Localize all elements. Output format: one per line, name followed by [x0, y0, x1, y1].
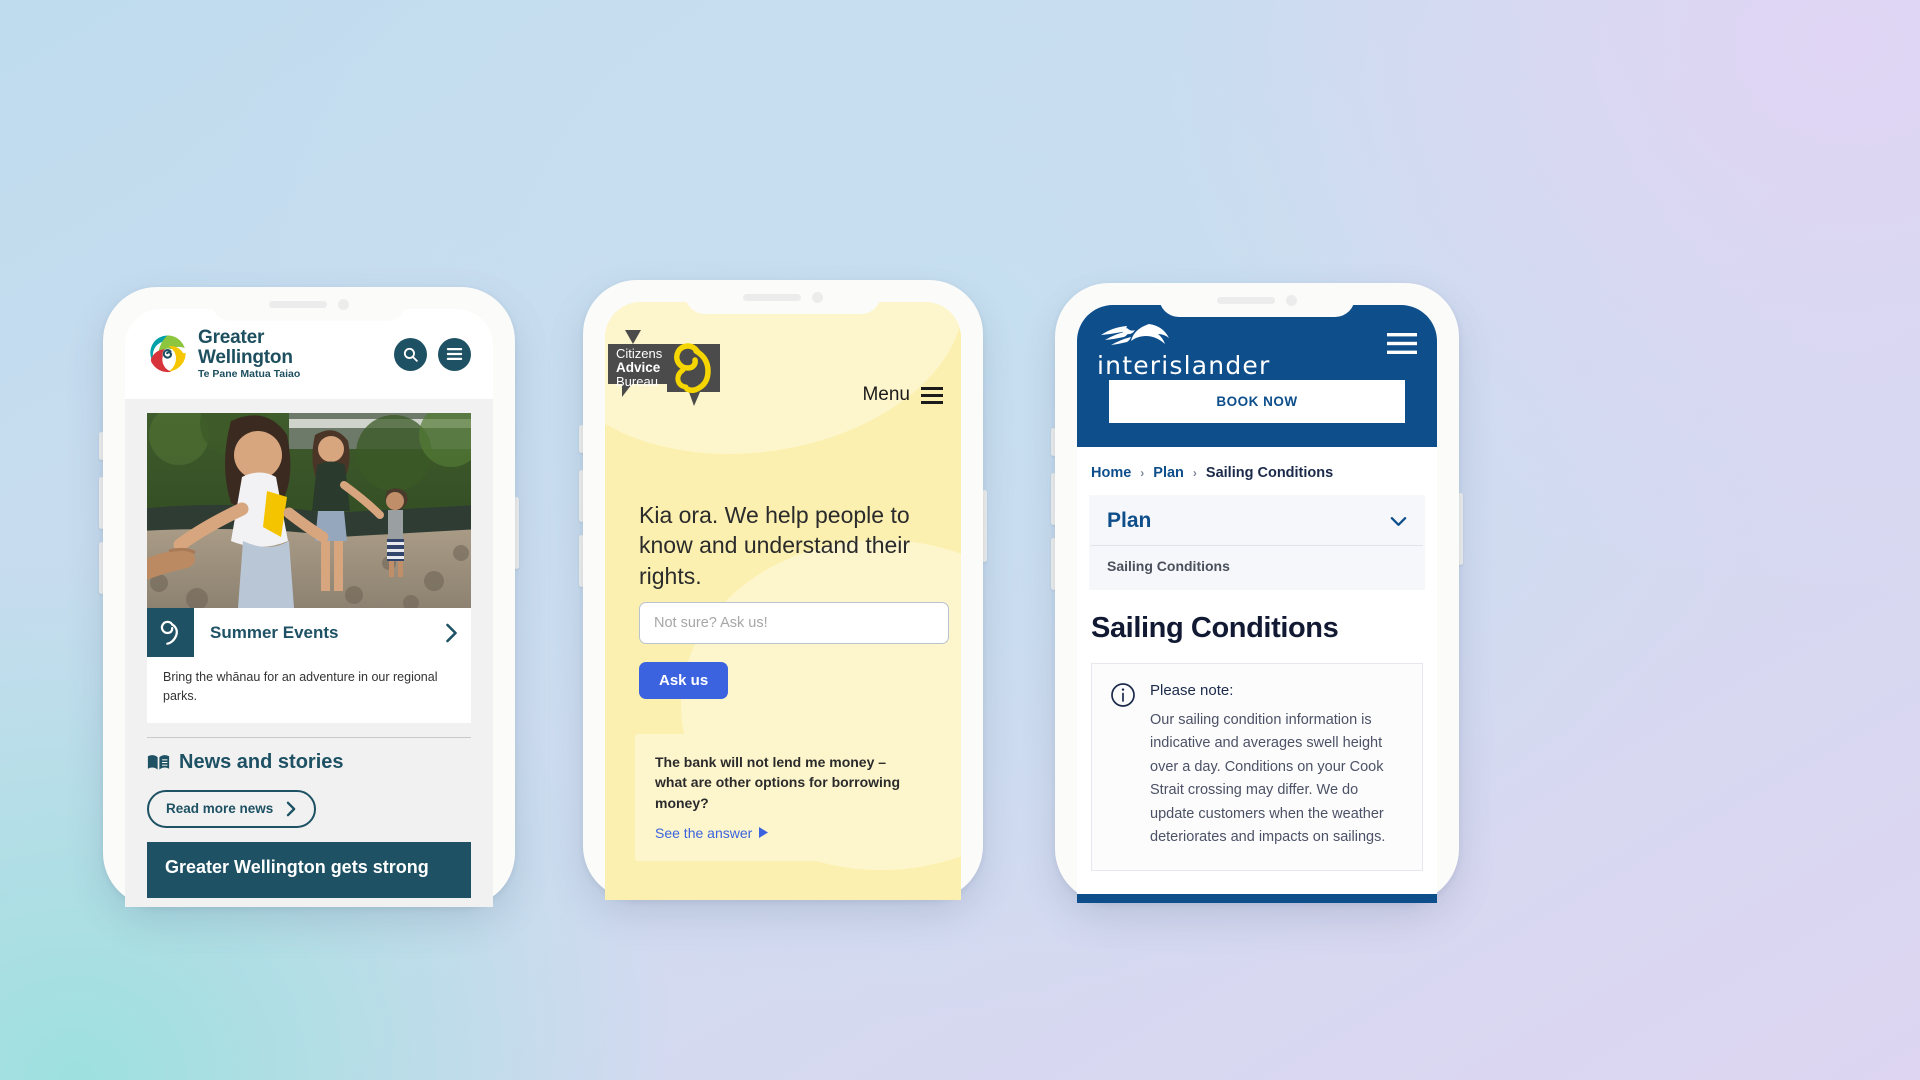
phone-mockup-greater-wellington: Greater Wellington Te Pane Matua Taiao S… — [99, 287, 519, 907]
see-answer-link[interactable]: See the answer — [655, 825, 919, 841]
section-nav-accordion: Plan Sailing Conditions — [1089, 495, 1425, 590]
book-icon — [147, 754, 170, 770]
brand-line-1: Greater — [198, 327, 265, 349]
logo-greater-wellington[interactable]: Greater Wellington Te Pane Matua Taiao — [147, 328, 300, 379]
book-now-button[interactable]: BOOK NOW — [1109, 380, 1405, 423]
svg-text:Citizens: Citizens — [616, 346, 663, 361]
news-section-title: News and stories — [179, 750, 344, 773]
gw-koru-logo-icon — [150, 335, 186, 373]
hamburger-icon — [921, 386, 943, 404]
breadcrumb-item-plan[interactable]: Plan — [1153, 465, 1184, 481]
breadcrumb-separator: › — [1140, 466, 1145, 480]
menu-button[interactable]: Menu — [862, 384, 943, 406]
hero-banner-text-row: Summer Events — [194, 608, 471, 657]
bottom-bar — [1077, 894, 1437, 903]
menu-label: Menu — [862, 384, 910, 405]
svg-text:Bureau: Bureau — [616, 374, 658, 389]
notch-speaker — [743, 293, 801, 301]
menu-button[interactable] — [1387, 333, 1417, 359]
phone-notch — [211, 287, 407, 321]
search-input[interactable] — [639, 602, 949, 644]
phone-screen: Citizens Advice Bureau Menu Kia ora. We … — [605, 302, 961, 900]
read-more-news-button[interactable]: Read more news — [147, 789, 317, 828]
read-more-news-label: Read more news — [166, 801, 274, 817]
phone-notch — [685, 280, 881, 314]
notch-camera — [1286, 294, 1297, 306]
news-card-title: Greater Wellington gets strong — [165, 856, 429, 877]
ask-us-button[interactable]: Ask us — [639, 662, 729, 699]
interislander-wordmark: interislander — [1097, 351, 1271, 380]
news-card[interactable]: Greater Wellington gets strong — [147, 841, 471, 899]
notch-speaker — [269, 300, 327, 308]
mockup-stage: Greater Wellington Te Pane Matua Taiao S… — [0, 0, 1920, 1080]
cab-logo-icon: Citizens Advice Bureau — [608, 330, 720, 406]
accordion-title: Plan — [1107, 509, 1152, 532]
question-card: The bank will not lend me money – what a… — [635, 734, 939, 861]
breadcrumb-separator: › — [1192, 466, 1197, 480]
hero-photo — [147, 413, 471, 608]
site-header: Greater Wellington Te Pane Matua Taiao — [125, 309, 493, 399]
chevron-right-icon — [287, 801, 296, 817]
divider — [147, 736, 471, 738]
chevron-down-icon — [1390, 516, 1407, 526]
hamburger-icon — [1387, 333, 1417, 354]
page-title: Sailing Conditions — [1091, 612, 1339, 644]
accordion-toggle-plan[interactable]: Plan — [1091, 495, 1423, 546]
hero-photo-illustration — [147, 413, 471, 608]
chevron-right-icon[interactable] — [445, 623, 458, 643]
triangle-right-icon — [759, 827, 769, 839]
note-title: Please note: — [1150, 682, 1234, 699]
search-button[interactable] — [394, 337, 427, 371]
notch-speaker — [1217, 296, 1275, 304]
hero-card[interactable]: Summer Events Bring the whānau for an ad… — [147, 413, 471, 723]
question-text: The bank will not lend me money – what a… — [655, 754, 900, 811]
gw-wordmark: Greater Wellington Te Pane Matua Taiao — [198, 328, 300, 379]
phone-notch — [1159, 283, 1355, 317]
breadcrumb: Home › Plan › Sailing Conditions — [1077, 447, 1437, 495]
phone-mockup-interislander: interislander BOOK NOW Home › Plan › Sai… — [1051, 283, 1463, 903]
page-heading: Kia ora. We help people to know and unde… — [639, 502, 911, 589]
logo-citizens-advice-bureau[interactable]: Citizens Advice Bureau — [605, 330, 723, 408]
notch-camera — [338, 298, 349, 310]
logo-interislander[interactable]: interislander — [1097, 319, 1417, 380]
brand-tagline: Te Pane Matua Taiao — [198, 368, 301, 381]
notch-camera — [812, 291, 823, 303]
phone-screen: Greater Wellington Te Pane Matua Taiao S… — [125, 309, 493, 907]
note-text: Our sailing condition information is ind… — [1150, 712, 1386, 846]
info-icon — [1111, 683, 1135, 707]
accordion-item-sailing-conditions[interactable]: Sailing Conditions — [1089, 546, 1425, 590]
svg-text:Advice: Advice — [616, 360, 661, 375]
dolphin-fern-icon — [1101, 324, 1169, 345]
breadcrumb-item-home[interactable]: Home — [1091, 465, 1131, 481]
koru-icon — [160, 620, 178, 645]
site-header: interislander BOOK NOW — [1077, 305, 1437, 447]
hero-banner[interactable]: Summer Events — [147, 608, 471, 657]
koru-badge — [147, 608, 194, 657]
hero-banner-title: Summer Events — [210, 622, 339, 642]
phone-mockup-citizens-advice-bureau: Citizens Advice Bureau Menu Kia ora. We … — [579, 280, 987, 900]
menu-button[interactable] — [438, 337, 471, 371]
search-icon — [403, 347, 418, 362]
hero-blurb: Bring the whānau for an adventure in our… — [147, 657, 471, 723]
note-body: Please note: Our sailing condition infor… — [1150, 682, 1404, 850]
hamburger-icon — [446, 348, 463, 360]
breadcrumb-item-current: Sailing Conditions — [1205, 465, 1334, 481]
header-actions — [394, 337, 471, 371]
news-section-header: News and stories — [147, 751, 471, 774]
see-answer-label: See the answer — [655, 824, 753, 841]
phone-screen: interislander BOOK NOW Home › Plan › Sai… — [1077, 305, 1437, 903]
please-note-box: Please note: Our sailing condition infor… — [1091, 663, 1423, 871]
brand-line-2: Wellington — [198, 346, 293, 368]
